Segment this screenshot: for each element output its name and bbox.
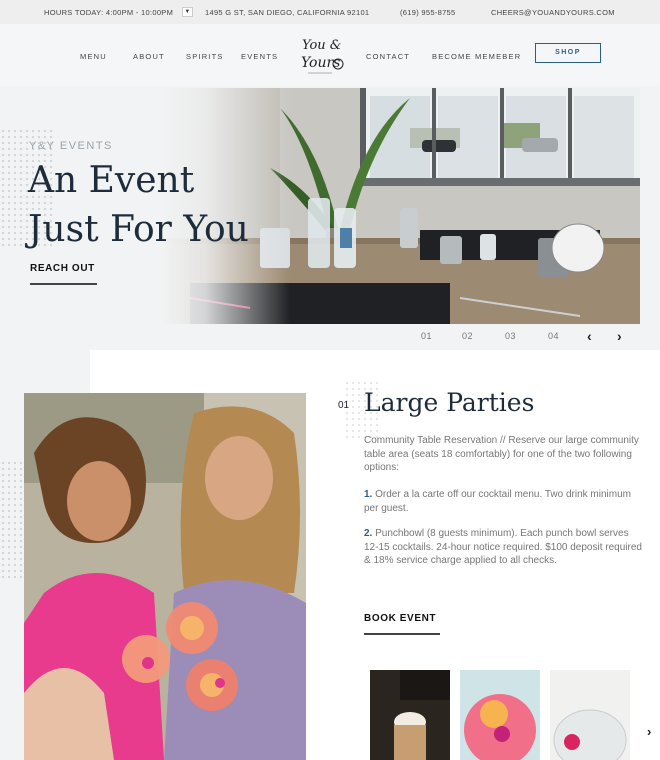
option-1-text: 1. Order a la carte off our cocktail men… bbox=[364, 488, 642, 515]
top-info-bar: HOURS TODAY: 4:00PM - 10:00PM ▼ 1495 G S… bbox=[0, 0, 660, 24]
friends-toasting-photo bbox=[24, 393, 306, 760]
cocktail-thumbnail-3[interactable] bbox=[550, 670, 630, 760]
hero-title: An Event Just For You bbox=[28, 156, 268, 254]
cocktail-thumbnail-2[interactable] bbox=[460, 670, 540, 760]
slide-indicator-03[interactable]: 03 bbox=[505, 331, 516, 341]
address-link[interactable]: 1495 G ST, SAN DIEGO, CALIFORNIA 92101 bbox=[205, 8, 369, 17]
section-title: Large Parties bbox=[364, 388, 535, 417]
dot-pattern-decoration bbox=[0, 460, 22, 580]
main-nav: MENU ABOUT SPIRITS EVENTS You & Yours CO… bbox=[0, 24, 660, 86]
community-table-intro: Community Table Reservation // Reserve o… bbox=[364, 435, 639, 474]
slide-indicator-02[interactable]: 02 bbox=[462, 331, 473, 341]
nav-item-menu[interactable]: MENU bbox=[80, 52, 107, 61]
option-2-text: 2. Punchbowl (8 guests minimum). Each pu… bbox=[364, 527, 642, 568]
reach-out-button[interactable]: REACH OUT bbox=[30, 263, 95, 274]
slide-indicator-01[interactable]: 01 bbox=[421, 331, 432, 341]
nav-item-contact[interactable]: CONTACT bbox=[366, 52, 410, 61]
hero-title-line-2: Just For You bbox=[28, 209, 249, 250]
nav-item-about[interactable]: ABOUT bbox=[133, 52, 165, 61]
prev-slide-arrow-icon[interactable]: ‹ bbox=[587, 328, 592, 344]
you-and-yours-logo[interactable]: You & Yours bbox=[298, 30, 348, 80]
nav-item-become-member[interactable]: BECOME MEMEBER bbox=[432, 52, 521, 61]
section-number: 01 bbox=[338, 400, 350, 411]
cocktail-thumbnail-1[interactable] bbox=[370, 670, 450, 760]
option-2-number: 2. bbox=[364, 528, 373, 539]
option-2-description: Punchbowl (8 guests minimum). Each punch… bbox=[364, 528, 642, 567]
slide-indicator-04[interactable]: 04 bbox=[548, 331, 559, 341]
hours-text: HOURS TODAY: 4:00PM - 10:00PM bbox=[44, 8, 174, 17]
hero-kicker: Y&Y EVENTS bbox=[29, 140, 113, 152]
nav-item-spirits[interactable]: SPIRITS bbox=[186, 52, 224, 61]
hero-title-line-1: An Event bbox=[28, 160, 195, 201]
hours-dropdown-icon[interactable]: ▼ bbox=[182, 7, 193, 17]
book-event-button[interactable]: BOOK EVENT bbox=[364, 613, 436, 624]
option-1-number: 1. bbox=[364, 489, 373, 500]
nav-item-events[interactable]: EVENTS bbox=[241, 52, 278, 61]
logo-bottom-text: Yours bbox=[301, 55, 340, 71]
email-link[interactable]: CHEERS@YOUANDYOURS.COM bbox=[491, 8, 615, 17]
next-slide-arrow-icon[interactable]: › bbox=[617, 328, 622, 344]
option-1-description: Order a la carte off our cocktail menu. … bbox=[364, 489, 631, 514]
reach-out-underline bbox=[30, 283, 97, 285]
thumbnails-next-arrow-icon[interactable]: › bbox=[647, 724, 651, 739]
logo-top-text: You & bbox=[302, 38, 341, 53]
shop-button[interactable]: SHOP bbox=[535, 43, 601, 63]
book-event-underline bbox=[364, 633, 440, 635]
phone-link[interactable]: (619) 955-8755 bbox=[400, 8, 456, 17]
